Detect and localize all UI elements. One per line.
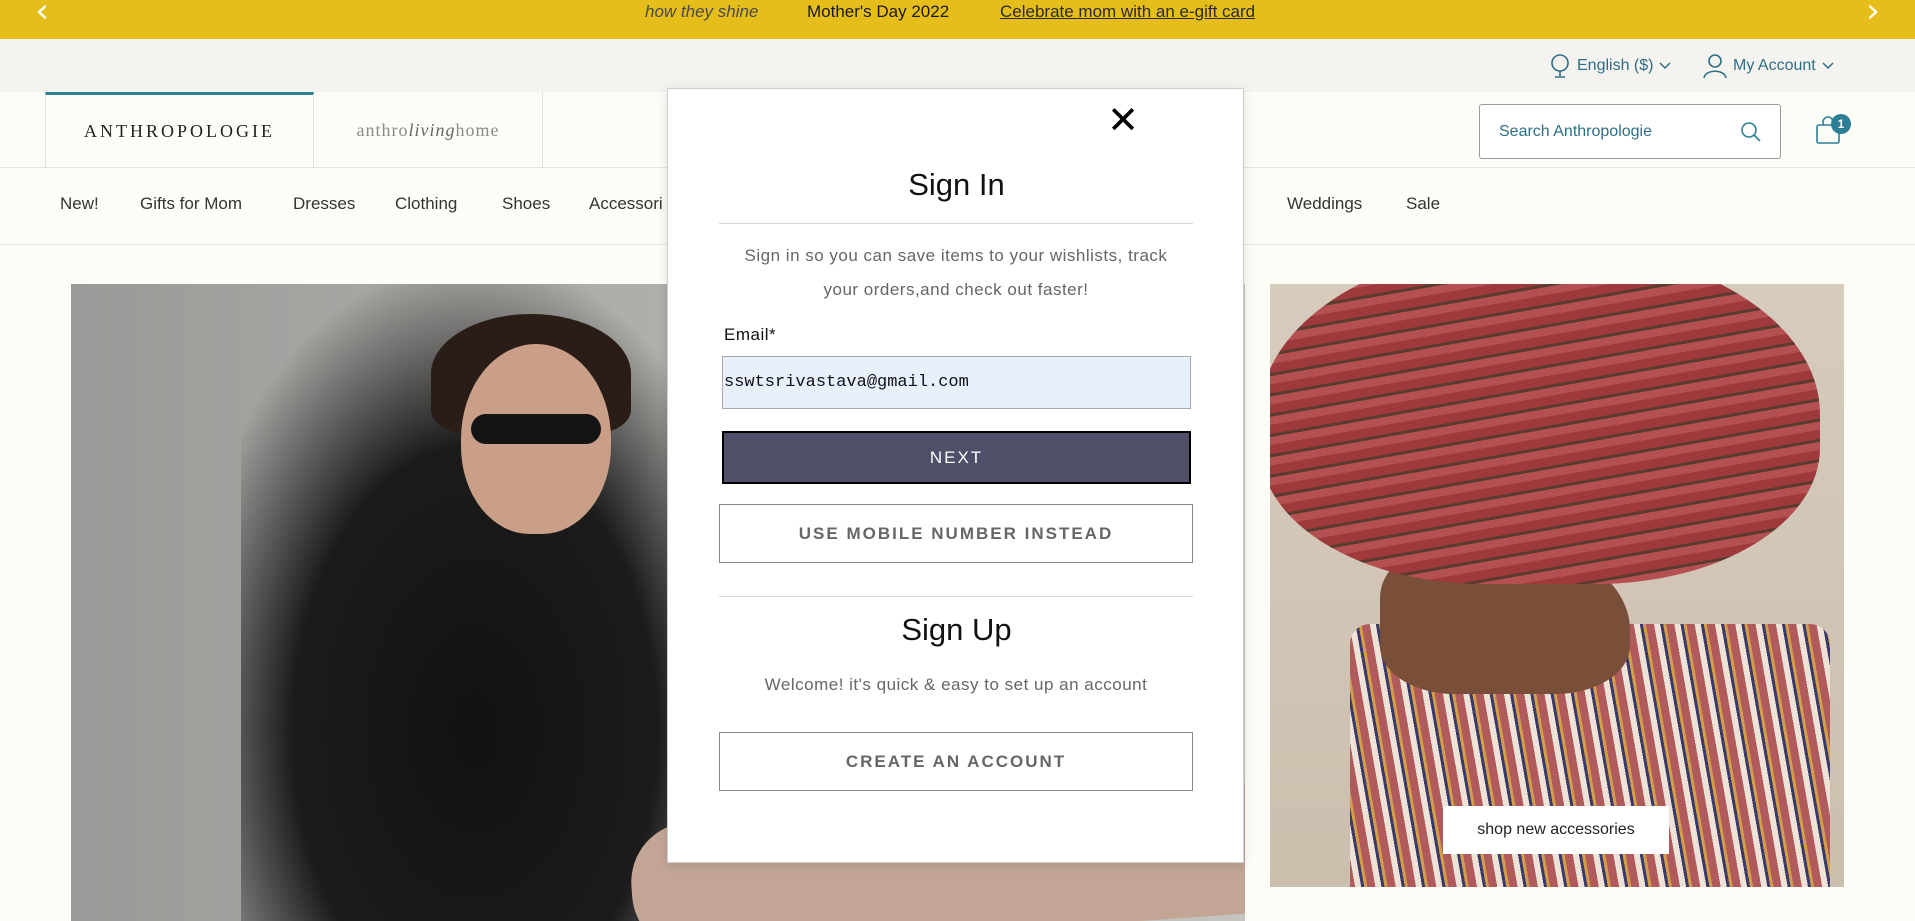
shop-new-accessories-button[interactable]: shop new accessories bbox=[1443, 806, 1669, 854]
promo-gift-card-link[interactable]: Celebrate mom with an e-gift card bbox=[1000, 2, 1255, 22]
email-field[interactable] bbox=[722, 356, 1191, 409]
nav-item-sale[interactable]: Sale bbox=[1406, 194, 1440, 214]
nav-item-shoes[interactable]: Shoes bbox=[502, 194, 550, 214]
cart-count-badge: 1 bbox=[1831, 114, 1851, 134]
sign-up-description: Welcome! it's quick & easy to set up an … bbox=[764, 675, 1148, 694]
home-brand-script: living bbox=[408, 119, 456, 140]
user-icon bbox=[1703, 53, 1727, 79]
anthro-living-home-logo[interactable]: anthro living home bbox=[314, 92, 543, 168]
striped-hat bbox=[1270, 284, 1820, 584]
promo-headline: Mother's Day 2022 bbox=[807, 2, 950, 21]
chevron-left-icon[interactable]: ‹ bbox=[22, 0, 62, 28]
promo-banner: ‹ how they shine Mother's Day 2022 Celeb… bbox=[0, 0, 1915, 39]
account-label: My Account bbox=[1733, 57, 1816, 74]
search-input[interactable] bbox=[1480, 105, 1730, 158]
nav-item-gifts-for-mom[interactable]: Gifts for Mom bbox=[140, 194, 242, 214]
chevron-down-icon bbox=[1822, 62, 1834, 70]
globe-icon bbox=[1549, 53, 1571, 79]
language-selector[interactable]: English ($) bbox=[1549, 51, 1672, 81]
sign-in-title: Sign In bbox=[908, 167, 1005, 202]
home-brand-suffix: home bbox=[455, 119, 500, 140]
sign-in-modal: ✕ Sign In Sign in so you can save items … bbox=[667, 88, 1244, 863]
utility-bar: English ($) My Account bbox=[0, 39, 1915, 92]
email-label: Email* bbox=[724, 325, 777, 344]
nav-item-accessories[interactable]: Accessori bbox=[589, 194, 663, 214]
home-brand-prefix: anthro bbox=[356, 119, 409, 140]
nav-item-weddings[interactable]: Weddings bbox=[1287, 194, 1362, 214]
divider bbox=[719, 596, 1193, 597]
search-box bbox=[1479, 104, 1781, 159]
create-account-button[interactable]: CREATE AN ACCOUNT bbox=[719, 732, 1193, 791]
nav-item-clothing[interactable]: Clothing bbox=[395, 194, 457, 214]
my-account-menu[interactable]: My Account bbox=[1703, 51, 1834, 81]
search-icon[interactable] bbox=[1740, 121, 1762, 148]
hero-image-right[interactable] bbox=[1270, 284, 1844, 887]
sign-in-description-line1: Sign in so you can save items to your wi… bbox=[744, 246, 1168, 265]
promo-italic-text: how they shine bbox=[645, 2, 759, 21]
sign-in-description-line2: your orders,and check out faster! bbox=[823, 280, 1089, 299]
chevron-right-icon[interactable]: › bbox=[1853, 0, 1893, 28]
sign-up-title: Sign Up bbox=[901, 612, 1012, 647]
cart-button[interactable]: 1 bbox=[1815, 112, 1855, 146]
use-mobile-number-button[interactable]: USE MOBILE NUMBER INSTEAD bbox=[719, 504, 1193, 563]
sunglasses bbox=[471, 414, 601, 444]
anthropologie-logo[interactable]: ANTHROPOLOGIE bbox=[45, 92, 314, 168]
nav-item-new[interactable]: New! bbox=[60, 194, 99, 214]
divider bbox=[719, 223, 1193, 224]
next-button[interactable]: NEXT bbox=[722, 431, 1191, 484]
language-label: English ($) bbox=[1577, 57, 1654, 74]
close-icon[interactable]: ✕ bbox=[1103, 101, 1143, 141]
chevron-down-icon bbox=[1659, 62, 1672, 70]
nav-item-dresses[interactable]: Dresses bbox=[293, 194, 355, 214]
